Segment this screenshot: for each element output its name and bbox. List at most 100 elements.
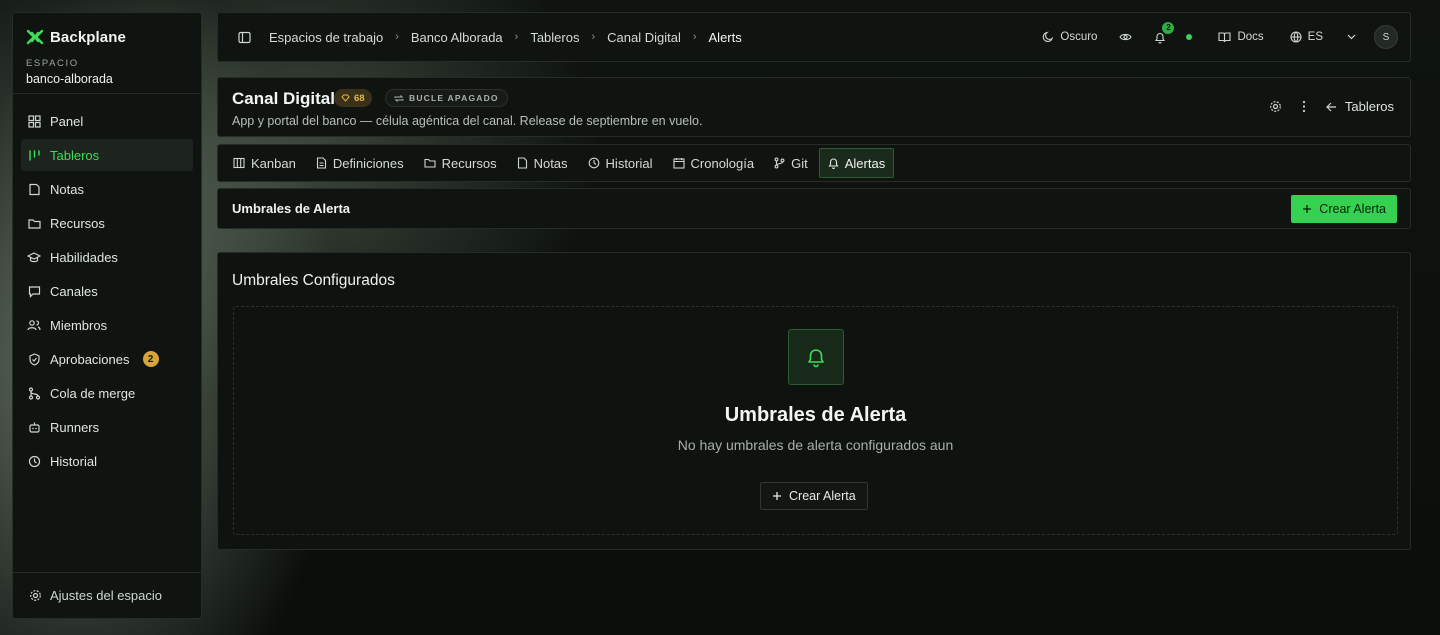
- chevron-right-icon: ›: [395, 31, 399, 43]
- sidebar-item-label: Habilidades: [50, 249, 118, 265]
- document-icon: [316, 157, 327, 169]
- section-title: Umbrales de Alerta: [232, 201, 351, 216]
- kanban-icon: [233, 157, 245, 169]
- breadcrumb: Espacios de trabajo › Banco Alborada › T…: [269, 30, 742, 45]
- tab-git[interactable]: Git: [765, 148, 817, 178]
- brand[interactable]: Backplane: [26, 28, 126, 46]
- approvals-count-badge: 2: [142, 351, 159, 367]
- docs-link[interactable]: Docs: [1218, 31, 1264, 43]
- tab-alertas[interactable]: Alertas: [818, 148, 895, 178]
- repeat-icon: [394, 94, 404, 103]
- gear-icon: [29, 589, 42, 602]
- tab-historial[interactable]: Historial: [579, 148, 662, 178]
- bell-icon: [828, 157, 839, 169]
- empty-state-title: Umbrales de Alerta: [724, 404, 907, 426]
- breadcrumb-item[interactable]: Banco Alborada: [411, 30, 503, 45]
- sidebar-item-canales[interactable]: Canales: [21, 275, 193, 307]
- language-label: ES: [1307, 31, 1323, 43]
- workspace-settings-link[interactable]: Ajustes del espacio: [13, 572, 201, 618]
- workspace-settings-label: Ajustes del espacio: [50, 588, 163, 603]
- breadcrumb-item[interactable]: Espacios de trabajo: [269, 30, 383, 45]
- sidebar-item-aprobaciones[interactable]: Aprobaciones 2: [21, 343, 193, 375]
- theme-toggle-button[interactable]: Oscuro: [1042, 31, 1097, 43]
- sidebar-divider: [13, 93, 201, 94]
- sidebar-item-runners[interactable]: Runners: [21, 411, 193, 443]
- tab-notas[interactable]: Notas: [508, 148, 577, 178]
- breadcrumb-item[interactable]: Tableros: [530, 30, 579, 45]
- tab-label: Alertas: [844, 155, 886, 171]
- git-branch-icon: [774, 157, 785, 169]
- panel-title: Umbrales Configurados: [232, 272, 395, 289]
- sidebar-item-recursos[interactable]: Recursos: [21, 207, 193, 239]
- board-header: Canal Digital 68 BUCLE APAGADO App y por…: [217, 77, 1411, 137]
- language-selector[interactable]: ES: [1290, 31, 1323, 43]
- folder-icon: [424, 157, 436, 169]
- sidebar: Backplane ESPACIO banco-alborada Panel T…: [12, 12, 202, 619]
- tab-label: Cronología: [690, 155, 755, 171]
- chevron-down-icon[interactable]: [1347, 34, 1356, 40]
- sidebar-toggle-icon[interactable]: [238, 31, 251, 44]
- loop-status-label: BUCLE APAGADO: [409, 93, 499, 103]
- back-to-boards-button[interactable]: Tableros: [1326, 99, 1394, 114]
- alert-thresholds-header: Umbrales de Alerta Crear Alerta: [217, 188, 1411, 229]
- sidebar-item-label: Notas: [50, 181, 84, 197]
- sidebar-item-label: Historial: [50, 453, 97, 469]
- tab-recursos[interactable]: Recursos: [415, 148, 506, 178]
- configured-thresholds-panel: Umbrales Configurados Umbrales de Alerta…: [217, 252, 1411, 550]
- workspace-label: ESPACIO: [26, 58, 79, 69]
- diamond-icon: [341, 94, 350, 102]
- tab-kanban[interactable]: Kanban: [224, 148, 305, 178]
- tab-definiciones[interactable]: Definiciones: [307, 148, 413, 178]
- more-vertical-icon[interactable]: [1302, 100, 1306, 113]
- topbar: Espacios de trabajo › Banco Alborada › T…: [217, 12, 1411, 62]
- users-icon: [27, 318, 41, 332]
- eye-icon[interactable]: [1119, 31, 1133, 43]
- sidebar-item-label: Miembros: [50, 317, 108, 333]
- workspace-name[interactable]: banco-alborada: [26, 72, 113, 86]
- sidebar-item-habilidades[interactable]: Habilidades: [21, 241, 193, 273]
- moon-icon: [1042, 31, 1054, 43]
- sidebar-item-label: Runners: [50, 419, 100, 435]
- plus-icon: [772, 491, 782, 501]
- sidebar-item-notas[interactable]: Notas: [21, 173, 193, 205]
- empty-create-alert-button[interactable]: Crear Alerta: [760, 482, 868, 510]
- sidebar-item-label: Tableros: [50, 147, 100, 163]
- breadcrumb-item[interactable]: Canal Digital: [607, 30, 681, 45]
- empty-state: Umbrales de Alerta No hay umbrales de al…: [233, 306, 1398, 535]
- breadcrumb-current: Alerts: [708, 29, 742, 45]
- calendar-icon: [672, 157, 685, 169]
- sidebar-item-tableros[interactable]: Tableros: [21, 139, 193, 171]
- tab-label: Definiciones: [332, 155, 404, 171]
- theme-label: Oscuro: [1060, 31, 1098, 43]
- back-label: Tableros: [1344, 99, 1394, 114]
- globe-icon: [1290, 31, 1302, 43]
- sidebar-item-historial[interactable]: Historial: [21, 445, 193, 477]
- tab-label: Notas: [533, 155, 568, 171]
- tab-cronologia[interactable]: Cronología: [664, 148, 764, 178]
- sidebar-item-label: Aprobaciones: [50, 351, 130, 367]
- merge-icon: [27, 386, 41, 400]
- book-icon: [1218, 31, 1232, 43]
- chevron-right-icon: ›: [692, 31, 697, 43]
- brand-name: Backplane: [50, 28, 126, 46]
- sidebar-nav: Panel Tableros Notas Recursos Habilidade…: [21, 105, 193, 479]
- sidebar-item-miembros[interactable]: Miembros: [21, 309, 193, 341]
- sidebar-item-panel[interactable]: Panel: [21, 105, 193, 137]
- chevron-right-icon: ›: [514, 31, 519, 43]
- graduation-icon: [27, 250, 41, 264]
- board-title: Canal Digital: [232, 89, 335, 108]
- note-icon: [27, 182, 41, 196]
- loop-status-badge[interactable]: BUCLE APAGADO: [385, 89, 508, 107]
- notifications-button[interactable]: 2: [1154, 21, 1175, 44]
- bell-icon: [788, 329, 844, 385]
- empty-state-subtitle: No hay umbrales de alerta configurados a…: [677, 437, 954, 453]
- folder-icon: [27, 216, 41, 230]
- create-alert-button[interactable]: Crear Alerta: [1291, 194, 1397, 223]
- arrow-left-icon: [1326, 102, 1337, 112]
- notifications-count: 2: [1162, 21, 1175, 34]
- tab-label: Kanban: [251, 155, 296, 171]
- avatar[interactable]: S: [1374, 25, 1398, 49]
- settings-gear-icon[interactable]: [1269, 100, 1282, 113]
- tab-label: Git: [791, 155, 808, 171]
- sidebar-item-cola-de-merge[interactable]: Cola de merge: [21, 377, 193, 409]
